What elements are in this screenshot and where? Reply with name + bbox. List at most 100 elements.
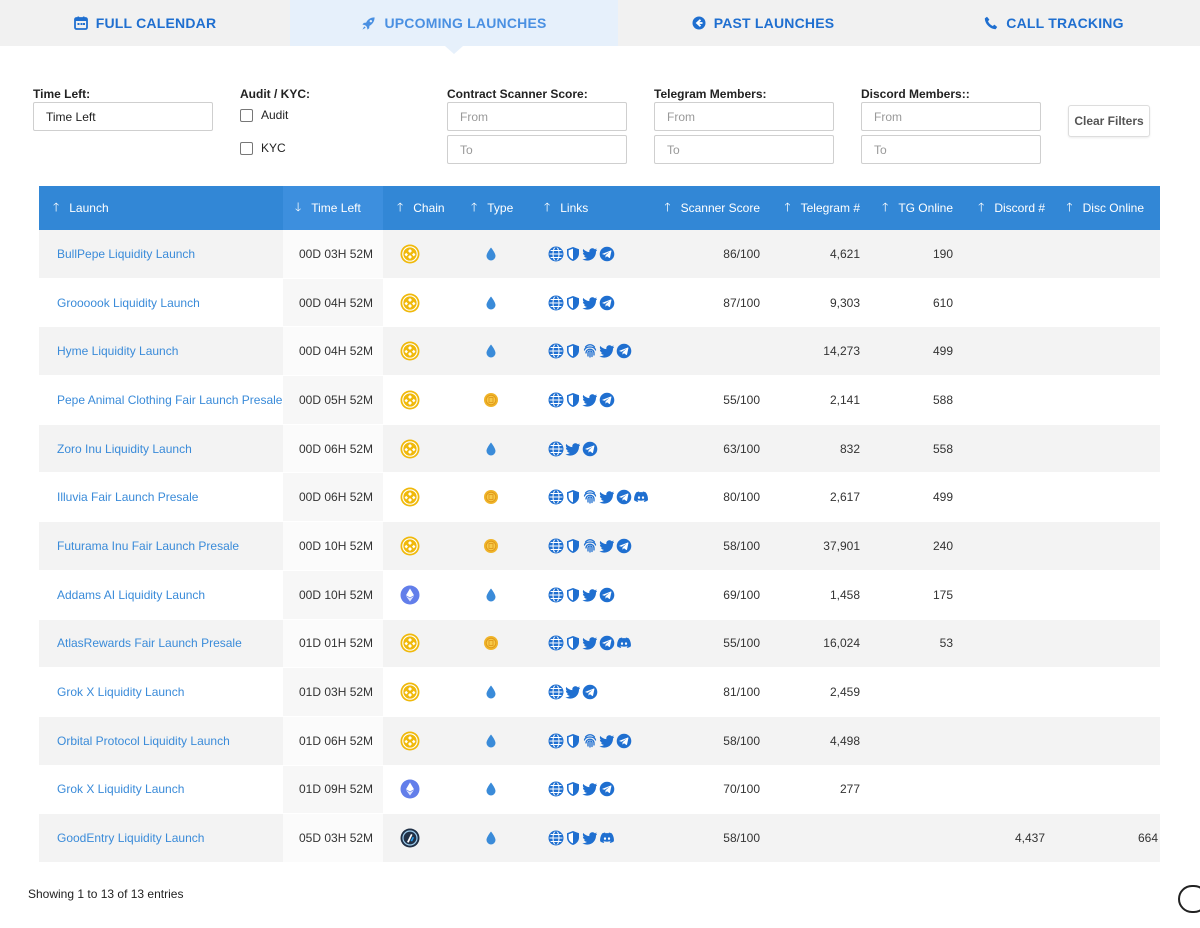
launch-name-link[interactable]: Hyme Liquidity Launch	[39, 327, 283, 375]
audit-shield-icon[interactable]	[565, 733, 581, 749]
website-icon[interactable]	[548, 441, 564, 457]
col-chain[interactable]: 🡑 Chain	[383, 186, 457, 230]
audit-shield-icon[interactable]	[565, 392, 581, 408]
discord-icon[interactable]	[616, 635, 632, 651]
kyc-checkbox-row[interactable]: KYC	[240, 141, 286, 155]
launch-name-link[interactable]: GoodEntry Liquidity Launch	[39, 814, 283, 862]
website-icon[interactable]	[548, 489, 564, 505]
table-row[interactable]: Groooook Liquidity Launch 00D 04H 52M 87/1…	[39, 278, 1160, 328]
audit-shield-icon[interactable]	[565, 343, 581, 359]
kyc-fingerprint-icon[interactable]	[582, 343, 598, 359]
table-row[interactable]: BullPepe Liquidity Launch 00D 03H 52M 86/1…	[39, 230, 1160, 279]
audit-shield-icon[interactable]	[565, 489, 581, 505]
clear-filters-button[interactable]: Clear Filters	[1068, 105, 1150, 137]
telegram-icon[interactable]	[616, 733, 632, 749]
twitter-icon[interactable]	[599, 343, 615, 359]
telegram-icon[interactable]	[616, 489, 632, 505]
website-icon[interactable]	[548, 587, 564, 603]
tab-upcoming-launches[interactable]: UPCOMING LAUNCHES	[290, 0, 618, 54]
launch-name-link[interactable]: Zoro Inu Liquidity Launch	[39, 425, 283, 473]
telegram-icon[interactable]	[599, 295, 615, 311]
audit-shield-icon[interactable]	[565, 295, 581, 311]
audit-shield-icon[interactable]	[565, 538, 581, 554]
twitter-icon[interactable]	[599, 733, 615, 749]
website-icon[interactable]	[548, 392, 564, 408]
tab-call-tracking[interactable]: CALL TRACKING	[908, 0, 1200, 46]
tab-past-launches[interactable]: PAST LAUNCHES	[618, 0, 908, 46]
launch-name-link[interactable]: Orbital Protocol Liquidity Launch	[39, 717, 283, 765]
kyc-checkbox[interactable]	[240, 141, 253, 155]
website-icon[interactable]	[548, 733, 564, 749]
telegram-icon[interactable]	[599, 246, 615, 262]
audit-checkbox-row[interactable]: Audit	[240, 108, 288, 122]
time-left-select[interactable]: Time Left	[33, 102, 213, 131]
telegram-icon[interactable]	[582, 684, 598, 700]
audit-shield-icon[interactable]	[565, 830, 581, 846]
scanner-from-input[interactable]: From	[447, 102, 627, 131]
table-row[interactable]: Orbital Protocol Liquidity Launch 01D 06H…	[39, 716, 1160, 766]
twitter-icon[interactable]	[582, 635, 598, 651]
twitter-icon[interactable]	[582, 587, 598, 603]
website-icon[interactable]	[548, 246, 564, 262]
kyc-fingerprint-icon[interactable]	[582, 733, 598, 749]
launch-name-link[interactable]: Pepe Animal Clothing Fair Launch Presale	[39, 376, 283, 424]
col-tg-online[interactable]: 🡑 TG Online	[862, 186, 955, 230]
website-icon[interactable]	[548, 538, 564, 554]
col-time-left[interactable]: 🡓 Time Left	[283, 186, 383, 230]
telegram-icon[interactable]	[616, 538, 632, 554]
discord-to-input[interactable]: To	[861, 135, 1041, 164]
audit-shield-icon[interactable]	[565, 246, 581, 262]
table-row[interactable]: Grok X Liquidity Launch 01D 09H 52M 70/100…	[39, 765, 1160, 815]
table-row[interactable]: Futurama Inu Fair Launch Presale 00D 10H …	[39, 522, 1160, 571]
website-icon[interactable]	[548, 295, 564, 311]
audit-shield-icon[interactable]	[565, 635, 581, 651]
twitter-icon[interactable]	[599, 538, 615, 554]
discord-icon[interactable]	[633, 489, 649, 505]
twitter-icon[interactable]	[582, 781, 598, 797]
table-row[interactable]: Pepe Animal Clothing Fair Launch Presale…	[39, 376, 1160, 425]
telegram-to-input[interactable]: To	[654, 135, 834, 164]
kyc-fingerprint-icon[interactable]	[582, 538, 598, 554]
website-icon[interactable]	[548, 781, 564, 797]
table-row[interactable]: GoodEntry Liquidity Launch 05D 03H 52M 58/…	[39, 814, 1160, 863]
col-telegram[interactable]: 🡑 Telegram #	[762, 186, 862, 230]
website-icon[interactable]	[548, 635, 564, 651]
discord-from-input[interactable]: From	[861, 102, 1041, 131]
audit-shield-icon[interactable]	[565, 587, 581, 603]
launch-name-link[interactable]: Groooook Liquidity Launch	[39, 279, 283, 327]
table-row[interactable]: AtlasRewards Fair Launch Presale 01D 01H …	[39, 619, 1160, 669]
twitter-icon[interactable]	[599, 489, 615, 505]
table-row[interactable]: Illuvia Fair Launch Presale 00D 06H 52M 80…	[39, 473, 1160, 523]
audit-checkbox[interactable]	[240, 108, 253, 122]
twitter-icon[interactable]	[582, 246, 598, 262]
launch-name-link[interactable]: AtlasRewards Fair Launch Presale	[39, 620, 283, 668]
col-discord[interactable]: 🡑 Discord #	[955, 186, 1047, 230]
twitter-icon[interactable]	[565, 684, 581, 700]
table-row[interactable]: Zoro Inu Liquidity Launch 00D 06H 52M 63/1…	[39, 424, 1160, 474]
website-icon[interactable]	[548, 830, 564, 846]
telegram-icon[interactable]	[599, 587, 615, 603]
twitter-icon[interactable]	[565, 441, 581, 457]
table-row[interactable]: Hyme Liquidity Launch 00D 04H 52M 14,273 49…	[39, 327, 1160, 377]
scanner-to-input[interactable]: To	[447, 135, 627, 164]
col-type[interactable]: 🡑 Type	[457, 186, 530, 230]
telegram-icon[interactable]	[599, 392, 615, 408]
col-launch[interactable]: 🡑 Launch	[39, 186, 283, 230]
launch-name-link[interactable]: Illuvia Fair Launch Presale	[39, 473, 283, 521]
website-icon[interactable]	[548, 684, 564, 700]
launch-name-link[interactable]: Addams AI Liquidity Launch	[39, 571, 283, 619]
col-links[interactable]: 🡑 Links	[530, 186, 660, 230]
kyc-fingerprint-icon[interactable]	[582, 489, 598, 505]
twitter-icon[interactable]	[582, 392, 598, 408]
website-icon[interactable]	[548, 343, 564, 359]
discord-icon[interactable]	[599, 830, 615, 846]
table-row[interactable]: Grok X Liquidity Launch 01D 03H 52M 81/100…	[39, 668, 1160, 717]
tab-full-calendar[interactable]: FULL CALENDAR	[0, 0, 290, 46]
col-disc-online[interactable]: 🡑 Disc Online	[1047, 186, 1160, 230]
twitter-icon[interactable]	[582, 830, 598, 846]
table-row[interactable]: Addams AI Liquidity Launch 00D 10H 52M 69/…	[39, 570, 1160, 620]
telegram-icon[interactable]	[616, 343, 632, 359]
launch-name-link[interactable]: Futurama Inu Fair Launch Presale	[39, 522, 283, 570]
launch-name-link[interactable]: Grok X Liquidity Launch	[39, 766, 283, 814]
twitter-icon[interactable]	[582, 295, 598, 311]
